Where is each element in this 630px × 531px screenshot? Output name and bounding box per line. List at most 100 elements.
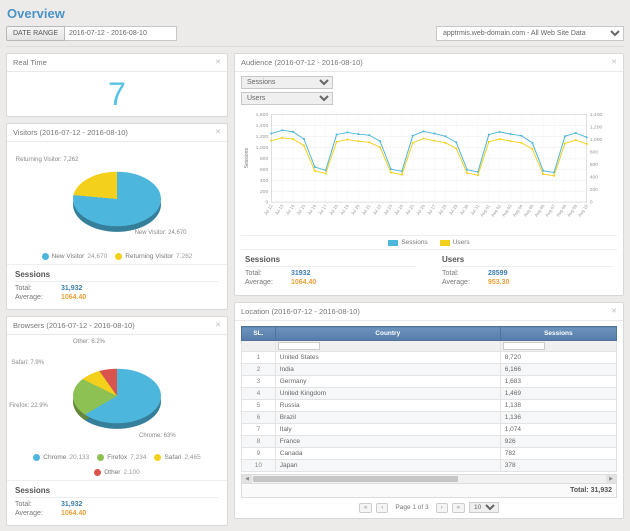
scrollbar-track[interactable] bbox=[252, 475, 606, 483]
average-label: Average: bbox=[15, 510, 61, 517]
pie-3d bbox=[73, 369, 161, 424]
svg-text:1,400: 1,400 bbox=[590, 112, 603, 118]
pie-3d bbox=[73, 172, 161, 227]
total-value: 31,932 bbox=[61, 501, 82, 508]
total-row: Total: 28599 bbox=[442, 270, 613, 277]
pie-slice-label: Returning Visitor: 7,262 bbox=[16, 157, 79, 163]
table-row[interactable]: 5Russia1,138 bbox=[242, 400, 617, 412]
collapse-icon[interactable]: ✕ bbox=[215, 129, 221, 136]
svg-text:Jul 16: Jul 16 bbox=[306, 203, 317, 215]
legend-label: Other bbox=[104, 469, 120, 476]
pie-slice-label: Firefox: 22.9% bbox=[9, 403, 48, 409]
table-header-row: SL. Country Sessions bbox=[242, 327, 617, 341]
table-row[interactable]: 7Italy1,074 bbox=[242, 424, 617, 436]
total-row: Total: 31932 bbox=[245, 270, 416, 277]
svg-text:Jul 28: Jul 28 bbox=[437, 203, 448, 215]
date-range-input[interactable] bbox=[65, 26, 177, 41]
scrollbar-thumb[interactable] bbox=[253, 476, 458, 482]
legend-label: Firefox bbox=[107, 454, 127, 461]
cell-sessions: 1,138 bbox=[500, 400, 616, 412]
svg-text:Aug 10: Aug 10 bbox=[577, 203, 590, 217]
legend-item: Sessions bbox=[388, 239, 427, 246]
next-page-button[interactable]: › bbox=[436, 503, 448, 513]
table-row[interactable]: 1United States8,720 bbox=[242, 352, 617, 364]
column-header-sl[interactable]: SL. bbox=[242, 327, 276, 341]
table-row[interactable]: 8France926 bbox=[242, 436, 617, 448]
collapse-icon[interactable]: ✕ bbox=[215, 322, 221, 329]
svg-text:1,000: 1,000 bbox=[256, 145, 269, 151]
filter-cell-sessions bbox=[500, 341, 616, 352]
page-size-select[interactable]: 10 bbox=[469, 502, 499, 513]
svg-text:Sessions: Sessions bbox=[244, 148, 250, 169]
last-page-button[interactable]: » bbox=[452, 503, 465, 513]
right-column: Audience (2016-07-12 - 2016-08-10) ✕ Ses… bbox=[234, 53, 624, 519]
svg-text:Jul 26: Jul 26 bbox=[415, 203, 426, 215]
svg-text:200: 200 bbox=[590, 187, 599, 193]
pie-slice-label: New Visitor: 24,670 bbox=[135, 230, 187, 236]
average-value: 953.30 bbox=[488, 279, 509, 286]
active-users-count: 7 bbox=[108, 76, 126, 113]
table-row[interactable]: 4United Kingdom1,469 bbox=[242, 388, 617, 400]
scroll-right-icon[interactable]: ▶ bbox=[606, 475, 616, 483]
stats-heading: Users bbox=[442, 255, 613, 267]
metric-select-users[interactable]: Users bbox=[241, 92, 333, 105]
stats-heading: Sessions bbox=[245, 255, 416, 267]
average-label: Average: bbox=[442, 279, 488, 286]
cell-sessions: 8,720 bbox=[500, 352, 616, 364]
total-label: Total: bbox=[245, 270, 291, 277]
cell-country: Japan bbox=[275, 460, 500, 472]
svg-text:400: 400 bbox=[590, 175, 599, 181]
legend-item: New Visitor24,670 bbox=[42, 253, 108, 260]
svg-text:Jul 18: Jul 18 bbox=[328, 203, 339, 215]
date-range-button[interactable]: DATE RANGE bbox=[6, 26, 65, 41]
toolbar: DATE RANGE apptrmis.web-domain.com - All… bbox=[6, 26, 624, 47]
prev-page-button[interactable]: ‹ bbox=[376, 503, 388, 513]
column-header-sessions[interactable]: Sessions bbox=[500, 327, 616, 341]
legend-label: Chrome bbox=[43, 454, 66, 461]
property-select[interactable]: apptrmis.web-domain.com - All Web Site D… bbox=[436, 26, 624, 41]
collapse-icon[interactable]: ✕ bbox=[611, 59, 617, 66]
country-filter-input[interactable] bbox=[278, 342, 320, 350]
metric-select-sessions[interactable]: Sessions bbox=[241, 76, 333, 89]
cell-sl: 7 bbox=[242, 424, 276, 436]
legend-item: Other2,100 bbox=[94, 469, 140, 476]
audience-panel: Audience (2016-07-12 - 2016-08-10) ✕ Ses… bbox=[234, 53, 624, 296]
collapse-icon[interactable]: ✕ bbox=[215, 59, 221, 66]
pie-slice-label: Other: 6.2% bbox=[73, 339, 105, 345]
table-row[interactable]: 3Germany1,683 bbox=[242, 376, 617, 388]
svg-text:Jul 15: Jul 15 bbox=[295, 203, 306, 215]
horizontal-scrollbar[interactable]: ◀ ▶ bbox=[241, 474, 617, 484]
svg-text:800: 800 bbox=[590, 150, 599, 156]
filter-cell-country bbox=[275, 341, 500, 352]
sessions-filter-input[interactable] bbox=[503, 342, 545, 350]
table-row[interactable]: 9Canada782 bbox=[242, 448, 617, 460]
svg-text:Jul 24: Jul 24 bbox=[393, 203, 404, 215]
scroll-left-icon[interactable]: ◀ bbox=[242, 475, 252, 483]
table-row[interactable]: 10Japan378 bbox=[242, 460, 617, 472]
overview-page: Overview DATE RANGE apptrmis.web-domain.… bbox=[0, 0, 630, 531]
cell-country: United States bbox=[275, 352, 500, 364]
audience-line-chart: 02004006008001,0001,2001,4001,6000200400… bbox=[241, 107, 617, 235]
visitors-panel: Visitors (2016-07-12 - 2016-08-10) ✕ Ret… bbox=[6, 123, 228, 310]
users-stats: Users Total: 28599 Average: 953.30 bbox=[442, 253, 613, 288]
first-page-button[interactable]: « bbox=[359, 503, 372, 513]
cell-sessions: 1,136 bbox=[500, 412, 616, 424]
page-title: Overview bbox=[7, 6, 624, 21]
legend-label: New Visitor bbox=[52, 253, 85, 260]
cell-sl: 2 bbox=[242, 364, 276, 376]
table-total: Total: 31,932 bbox=[241, 484, 617, 498]
svg-text:Jul 13: Jul 13 bbox=[274, 203, 285, 215]
cell-sessions: 926 bbox=[500, 436, 616, 448]
total-value: 31932 bbox=[291, 270, 310, 277]
table-filter-row bbox=[242, 341, 617, 352]
collapse-icon[interactable]: ✕ bbox=[611, 308, 617, 315]
stats-heading: Sessions bbox=[15, 486, 219, 498]
table-row[interactable]: 2India6,166 bbox=[242, 364, 617, 376]
table-row[interactable]: 6Brazil1,136 bbox=[242, 412, 617, 424]
svg-text:600: 600 bbox=[260, 167, 269, 173]
pie-face bbox=[73, 172, 161, 227]
svg-text:0: 0 bbox=[590, 200, 593, 206]
legend-value: 24,670 bbox=[87, 253, 107, 260]
column-header-country[interactable]: Country bbox=[275, 327, 500, 341]
dashboard-columns: Real Time ✕ 7 Visitors (2016-07-12 - 201… bbox=[6, 53, 624, 526]
